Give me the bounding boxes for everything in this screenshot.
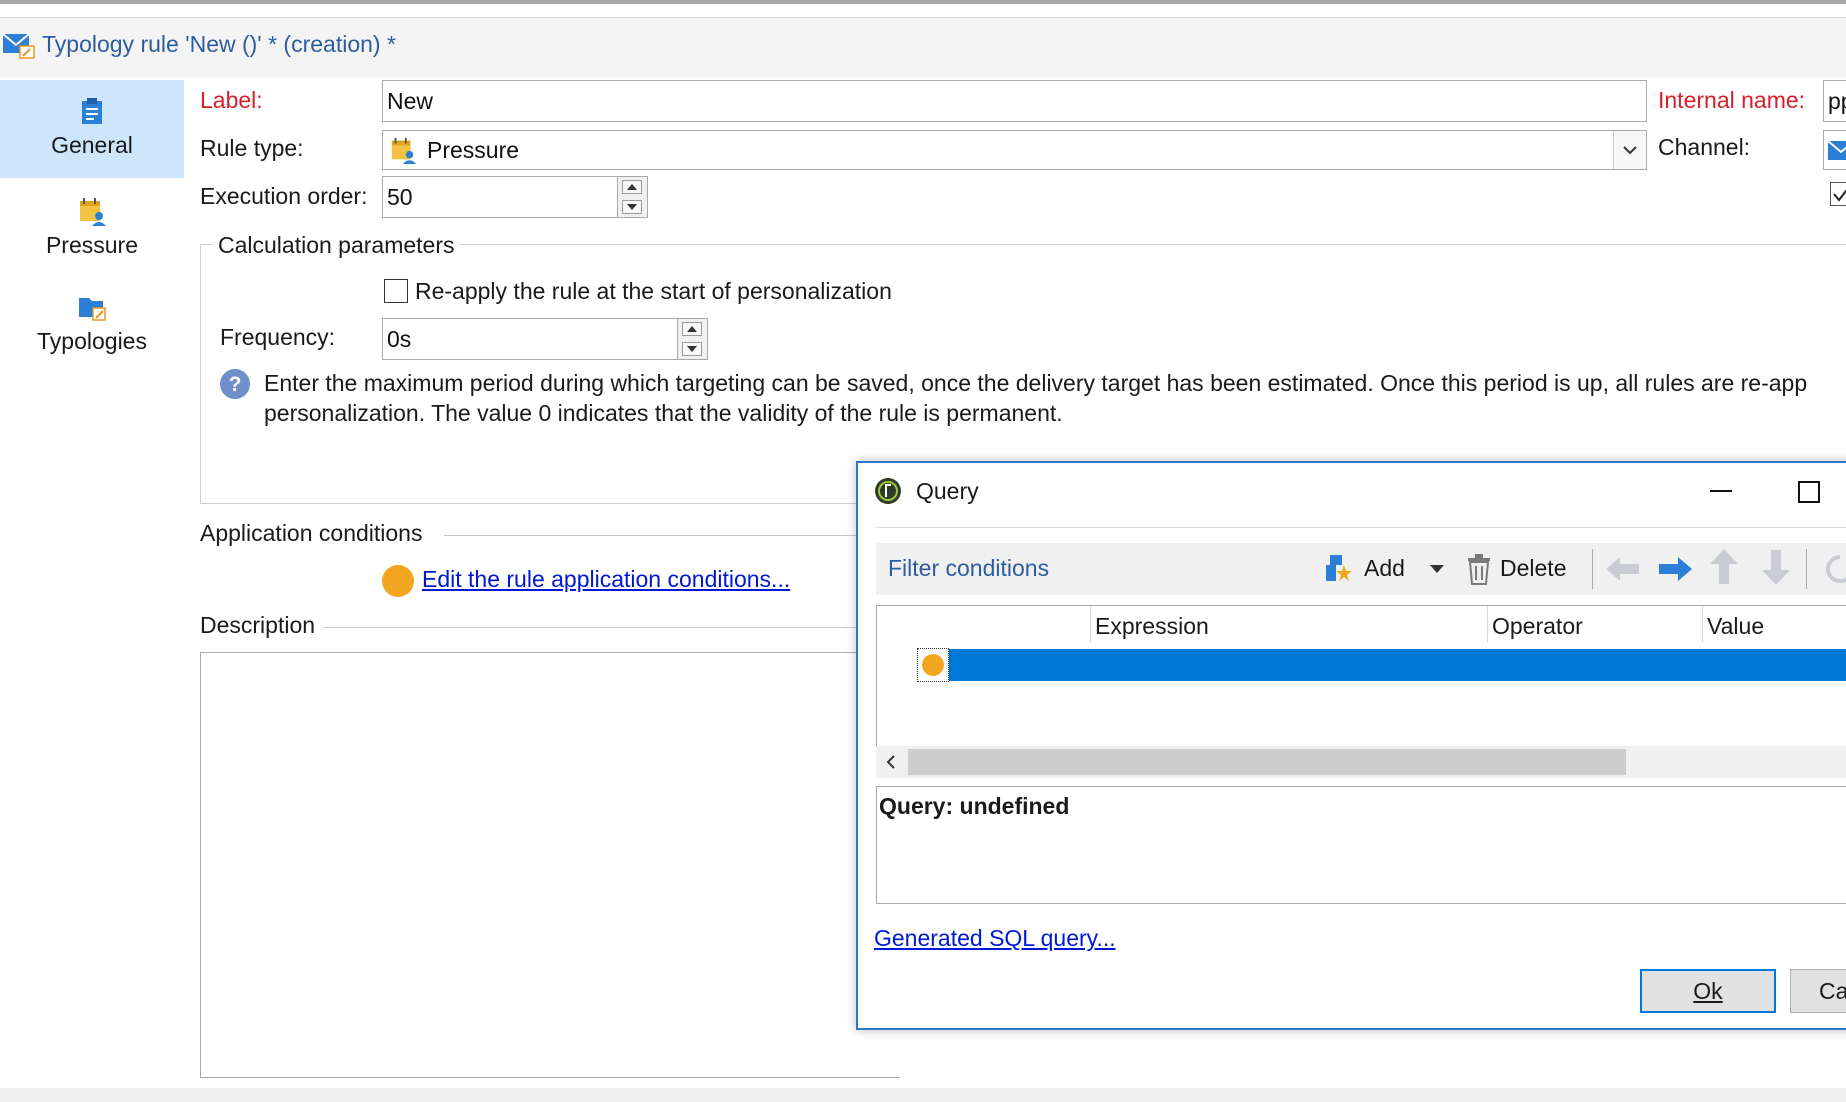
- dropdown-button[interactable]: [1613, 131, 1646, 169]
- query-preview: Query: undefined: [876, 786, 1846, 904]
- query-dialog: Query Filter conditions Add Delete Expre…: [856, 461, 1846, 1030]
- frequency-spinner[interactable]: [677, 319, 707, 359]
- grid-horizontal-scrollbar[interactable]: [876, 746, 1846, 778]
- column-divider: [1487, 606, 1488, 642]
- arrow-left-icon[interactable]: [1606, 555, 1640, 583]
- frequency-input[interactable]: 0s: [382, 318, 708, 360]
- edit-conditions-link[interactable]: Edit the rule application conditions...: [422, 566, 790, 593]
- typology-rule-icon: [2, 33, 35, 59]
- delete-button[interactable]: Delete: [1466, 551, 1586, 587]
- table-row[interactable]: [917, 648, 1846, 682]
- scroll-left-icon[interactable]: [886, 755, 896, 769]
- generated-sql-link[interactable]: Generated SQL query...: [874, 925, 1116, 952]
- filter-toolbar: Filter conditions Add Delete: [876, 543, 1846, 595]
- row-indicator: [917, 648, 949, 682]
- channel-caption: Channel:: [1658, 134, 1751, 160]
- execution-order-caption: Execution order:: [200, 183, 368, 209]
- filter-conditions-label: Filter conditions: [888, 555, 1050, 581]
- sidebar-item-label: General: [51, 132, 133, 158]
- arrow-right-icon[interactable]: [1658, 555, 1692, 583]
- arrow-down-icon[interactable]: [1762, 549, 1790, 585]
- spin-up-button[interactable]: [622, 180, 642, 194]
- sidebar-item-label: Pressure: [45, 232, 139, 258]
- cancel-button[interactable]: Ca: [1790, 969, 1846, 1013]
- email-channel-icon: [1828, 140, 1846, 160]
- option-checkbox[interactable]: [1830, 182, 1846, 206]
- add-button[interactable]: Add: [1324, 551, 1474, 587]
- sidebar: General Pressure Typologies: [0, 78, 184, 1088]
- column-header-operator[interactable]: Operator: [1492, 613, 1583, 640]
- description-legend: Description: [200, 612, 316, 638]
- query-app-icon: [875, 478, 901, 504]
- sidebar-item-typologies[interactable]: Typologies: [0, 284, 184, 376]
- ok-button[interactable]: Ok: [1640, 969, 1776, 1013]
- toolbar-separator: [1592, 549, 1593, 589]
- calculation-parameters-legend: Calculation parameters: [214, 232, 459, 259]
- editor-title: Typology rule 'New ()' * (creation) *: [42, 31, 396, 57]
- channel-select[interactable]: [1823, 130, 1846, 170]
- internal-name-caption: Internal name:: [1658, 87, 1806, 113]
- minimize-icon[interactable]: [1710, 489, 1732, 493]
- description-textarea[interactable]: [200, 652, 900, 1078]
- rule-type-select[interactable]: Pressure: [382, 130, 1647, 170]
- dropdown-arrow-icon[interactable]: [1430, 565, 1444, 574]
- dialog-title-bar: Query: [858, 463, 1846, 519]
- toolbar-separator: [1806, 549, 1807, 589]
- spin-down-button[interactable]: [622, 200, 642, 214]
- condition-status-icon: [922, 654, 944, 676]
- svg-text:?: ?: [229, 373, 242, 396]
- add-condition-icon: [1326, 555, 1352, 581]
- status-bar: [0, 1088, 1846, 1102]
- scrollbar-thumb[interactable]: [908, 749, 1626, 775]
- sidebar-item-label: Typologies: [37, 328, 147, 354]
- calendar-user-icon: [391, 137, 417, 164]
- add-label: Add: [1364, 555, 1405, 581]
- chevron-down-icon: [1623, 146, 1637, 155]
- arrow-up-icon[interactable]: [1710, 549, 1738, 585]
- internal-name-input[interactable]: pp: [1823, 80, 1846, 122]
- help-text-line1: Enter the maximum period during which ta…: [264, 370, 1808, 396]
- rule-type-caption: Rule type:: [200, 135, 304, 161]
- calendar-user-icon: [80, 198, 106, 226]
- execution-order-input[interactable]: 50: [382, 176, 648, 218]
- spin-up-button[interactable]: [682, 322, 702, 336]
- help-icon: ?: [220, 369, 250, 399]
- execution-order-value: 50: [387, 184, 413, 210]
- spin-down-button[interactable]: [682, 342, 702, 356]
- frequency-value: 0s: [387, 326, 412, 352]
- selected-row-highlight: [949, 649, 1846, 681]
- maximize-icon[interactable]: [1798, 481, 1820, 503]
- column-divider: [1090, 606, 1091, 642]
- query-text: Query: undefined: [879, 793, 1070, 819]
- reapply-checkbox[interactable]: [384, 279, 408, 303]
- dialog-title: Query: [916, 478, 979, 504]
- sidebar-item-pressure[interactable]: Pressure: [0, 188, 184, 278]
- reapply-label: Re-apply the rule at the start of person…: [415, 278, 892, 304]
- condition-status-icon: [382, 565, 414, 597]
- rule-type-value: Pressure: [427, 137, 520, 163]
- top-border: [0, 0, 1846, 4]
- application-conditions-legend: Application conditions: [200, 520, 423, 546]
- ok-label: Ok: [1693, 978, 1723, 1004]
- trash-icon: [1468, 554, 1490, 585]
- delete-label: Delete: [1500, 555, 1567, 581]
- checkmark-icon: [1833, 189, 1846, 202]
- execution-order-spinner[interactable]: [617, 177, 647, 217]
- frequency-caption: Frequency:: [220, 324, 336, 350]
- column-header-expression[interactable]: Expression: [1095, 613, 1209, 640]
- divider: [444, 535, 864, 536]
- label-input[interactable]: New: [382, 80, 1647, 122]
- refresh-icon[interactable]: [1824, 553, 1846, 585]
- label-caption: Label:: [200, 87, 263, 113]
- cancel-label: Ca: [1819, 978, 1846, 1004]
- divider: [323, 627, 863, 628]
- clipboard-icon: [82, 98, 102, 124]
- column-header-value[interactable]: Value: [1707, 613, 1764, 640]
- sidebar-item-general[interactable]: General: [0, 80, 184, 178]
- column-divider: [1702, 606, 1703, 642]
- divider: [876, 527, 1846, 528]
- folder-typology-icon: [79, 298, 106, 321]
- help-text-line2: personalization. The value 0 indicates t…: [264, 400, 1063, 426]
